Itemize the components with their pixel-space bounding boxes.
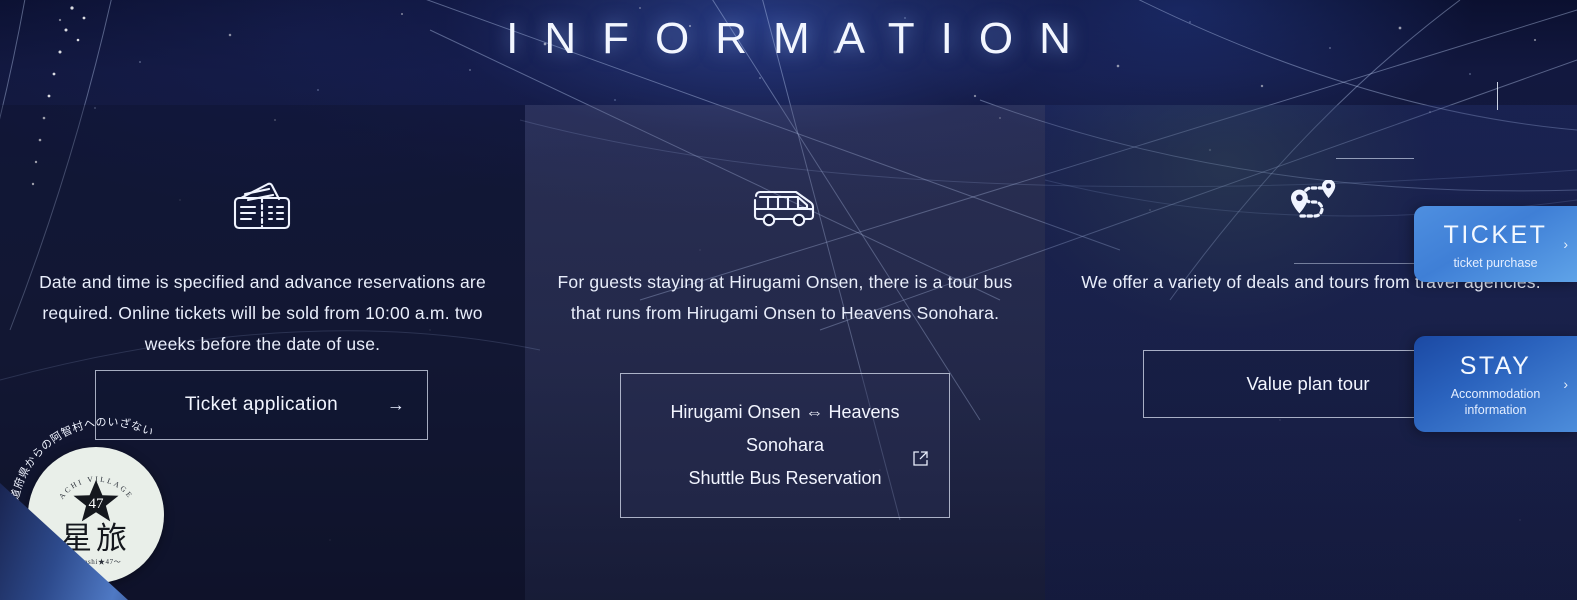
sidetab-stay-subtitle-2: information	[1464, 403, 1527, 417]
information-section: INFORMATION Date and time is specified a…	[0, 0, 1577, 600]
column-ticket-text: Date and time is specified and advance r…	[39, 272, 486, 354]
column-ticket: Date and time is specified and advance r…	[0, 105, 525, 600]
sidetab-ticket-title: TICKET	[1443, 221, 1548, 249]
sidetab-stay-title: STAY	[1459, 352, 1532, 380]
shuttle-line-2: Sonohara	[745, 435, 825, 455]
chevron-right-icon: ›	[1563, 376, 1568, 392]
arrow-right-icon: →	[387, 394, 405, 415]
page-title: INFORMATION	[506, 14, 1097, 63]
chevron-right-icon: ›	[1563, 236, 1568, 252]
ticket-application-label: Ticket application	[184, 394, 339, 415]
sidetab-stay[interactable]: STAY Accommodation information ›	[1414, 336, 1577, 432]
floating-side-tabs: TICKET ticket purchase › STAY Accommodat…	[1414, 206, 1577, 432]
column-bus: For guests staying at Hirugami Onsen, th…	[525, 105, 1045, 600]
sidetab-ticket-subtitle: ticket purchase	[1453, 256, 1538, 270]
bus-icon	[525, 178, 1045, 238]
sidetab-ticket[interactable]: TICKET ticket purchase ›	[1414, 206, 1577, 282]
shuttle-bus-reservation-button[interactable]: Hirugami Onsen ⇔ Heavens Sonohara Shuttl…	[620, 373, 950, 518]
sidetab-rule-bottom	[1294, 263, 1414, 264]
tickets-icon	[0, 178, 525, 238]
shuttle-line-1: Hirugami Onsen ⇔ Heavens	[670, 402, 900, 422]
external-link-icon	[912, 446, 929, 479]
shuttle-line-3: Shuttle Bus Reservation	[688, 468, 882, 488]
value-plan-tour-label: Value plan tour	[1246, 373, 1370, 394]
sidetab-stay-subtitle-1: Accommodation	[1450, 387, 1541, 401]
column-bus-text: For guests staying at Hirugami Onsen, th…	[557, 272, 1013, 323]
sidetab-divider	[1497, 82, 1498, 110]
sidetab-rule-top	[1336, 158, 1414, 159]
